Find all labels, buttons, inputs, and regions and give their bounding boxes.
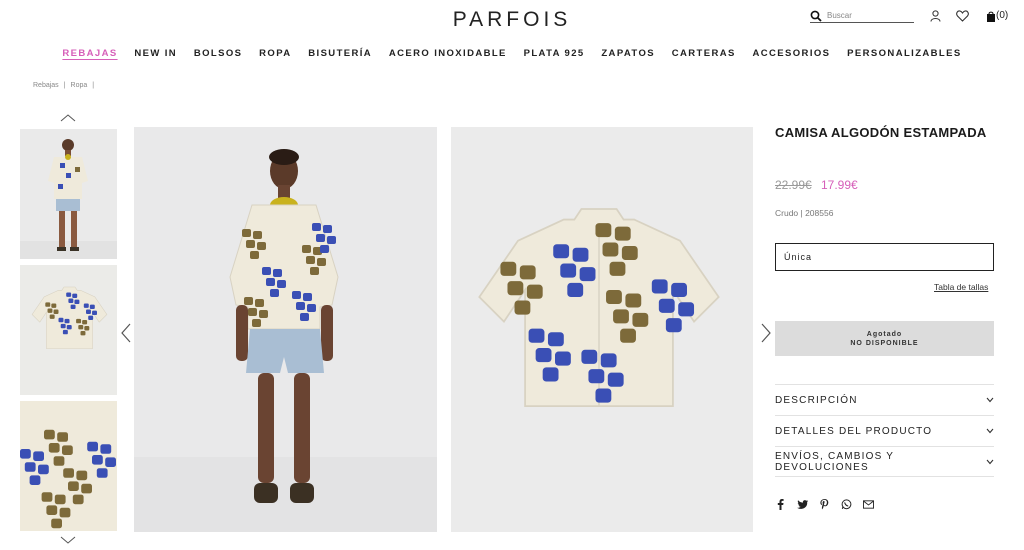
nav-item-carteras[interactable]: CARTERAS <box>663 48 744 59</box>
mail-icon[interactable] <box>863 499 874 510</box>
product-title: CAMISA ALGODÓN ESTAMPADA <box>775 125 987 140</box>
nav-item-accesorios[interactable]: ACCESORIOS <box>744 48 839 59</box>
sale-price: 17.99€ <box>821 178 858 192</box>
nav-item-personalizables[interactable]: PERSONALIZABLES <box>839 48 970 59</box>
carousel-next-arrow-icon[interactable] <box>760 323 772 343</box>
chevron-down-icon <box>986 428 994 434</box>
sold-out-label: Agotado <box>866 330 903 338</box>
accordion-descripcion[interactable]: DESCRIPCIÓN <box>775 384 994 415</box>
search-input[interactable] <box>827 11 913 20</box>
breadcrumb-separator: | <box>92 82 95 89</box>
search-icon[interactable] <box>810 10 822 22</box>
nav-item-new-in[interactable]: NEW IN <box>126 48 185 59</box>
nav-item-zapatos[interactable]: ZAPATOS <box>593 48 663 59</box>
search-bar[interactable] <box>810 9 914 23</box>
nav-item-ropa[interactable]: ROPA <box>251 48 300 59</box>
breadcrumb-rebajas[interactable]: Rebajas <box>33 82 59 89</box>
nav-item-acero-inoxidable[interactable]: ACERO INOXIDABLE <box>380 48 515 59</box>
breadcrumb-separator: | <box>63 82 66 89</box>
size-table-link[interactable]: Tabla de tallas <box>934 282 988 292</box>
breadcrumb: Rebajas | Ropa | <box>33 82 94 89</box>
unavailable-label: NO DISPONIBLE <box>850 339 919 347</box>
accordion-detalles[interactable]: DETALLES DEL PRODUCTO <box>775 415 994 446</box>
nav-item-plata-925[interactable]: PLATA 925 <box>515 48 593 59</box>
cart-count[interactable]: (0) <box>996 10 1008 21</box>
pinterest-icon[interactable] <box>819 499 830 510</box>
twitter-icon[interactable] <box>797 499 808 510</box>
accordion-envios[interactable]: ENVÍOS, CAMBIOS Y DEVOLUCIONES <box>775 446 994 477</box>
old-price: 22.99€ <box>775 178 812 192</box>
thumbnail-product[interactable] <box>20 265 117 395</box>
thumbnail-detail[interactable] <box>20 401 117 531</box>
size-selector[interactable]: Única <box>775 243 994 271</box>
carousel-prev-arrow-icon[interactable] <box>120 323 132 343</box>
thumbnails-up-arrow-icon[interactable] <box>60 114 76 124</box>
accordion-label: ENVÍOS, CAMBIOS Y DEVOLUCIONES <box>775 450 894 473</box>
nav-item-rebajas[interactable]: REBAJAS <box>54 48 126 59</box>
breadcrumb-ropa[interactable]: Ropa <box>71 82 88 89</box>
nav-item-bolsos[interactable]: BOLSOS <box>185 48 250 59</box>
share-bar <box>775 499 874 510</box>
product-image-flatlay[interactable] <box>451 127 753 532</box>
thumbnails-down-arrow-icon[interactable] <box>60 536 76 546</box>
sold-out-button[interactable]: Agotado NO DISPONIBLE <box>775 321 994 356</box>
size-value: Única <box>784 252 813 262</box>
product-image-model[interactable] <box>134 127 437 532</box>
thumbnail-model[interactable] <box>20 129 117 259</box>
main-nav: REBAJAS NEW IN BOLSOS ROPA BISUTERÍA ACE… <box>0 48 1024 59</box>
nav-item-bisuteria[interactable]: BISUTERÍA <box>300 48 381 59</box>
accordion-label: DETALLES DEL PRODUCTO <box>775 425 933 437</box>
heart-icon[interactable] <box>955 9 969 23</box>
accordion-label: DESCRIPCIÓN <box>775 394 858 406</box>
chevron-down-icon <box>986 459 994 464</box>
chevron-down-icon <box>986 397 994 403</box>
whatsapp-icon[interactable] <box>841 499 852 510</box>
user-icon[interactable] <box>928 9 942 23</box>
facebook-icon[interactable] <box>775 499 786 510</box>
product-color-ref: Crudo | 208556 <box>775 208 834 218</box>
